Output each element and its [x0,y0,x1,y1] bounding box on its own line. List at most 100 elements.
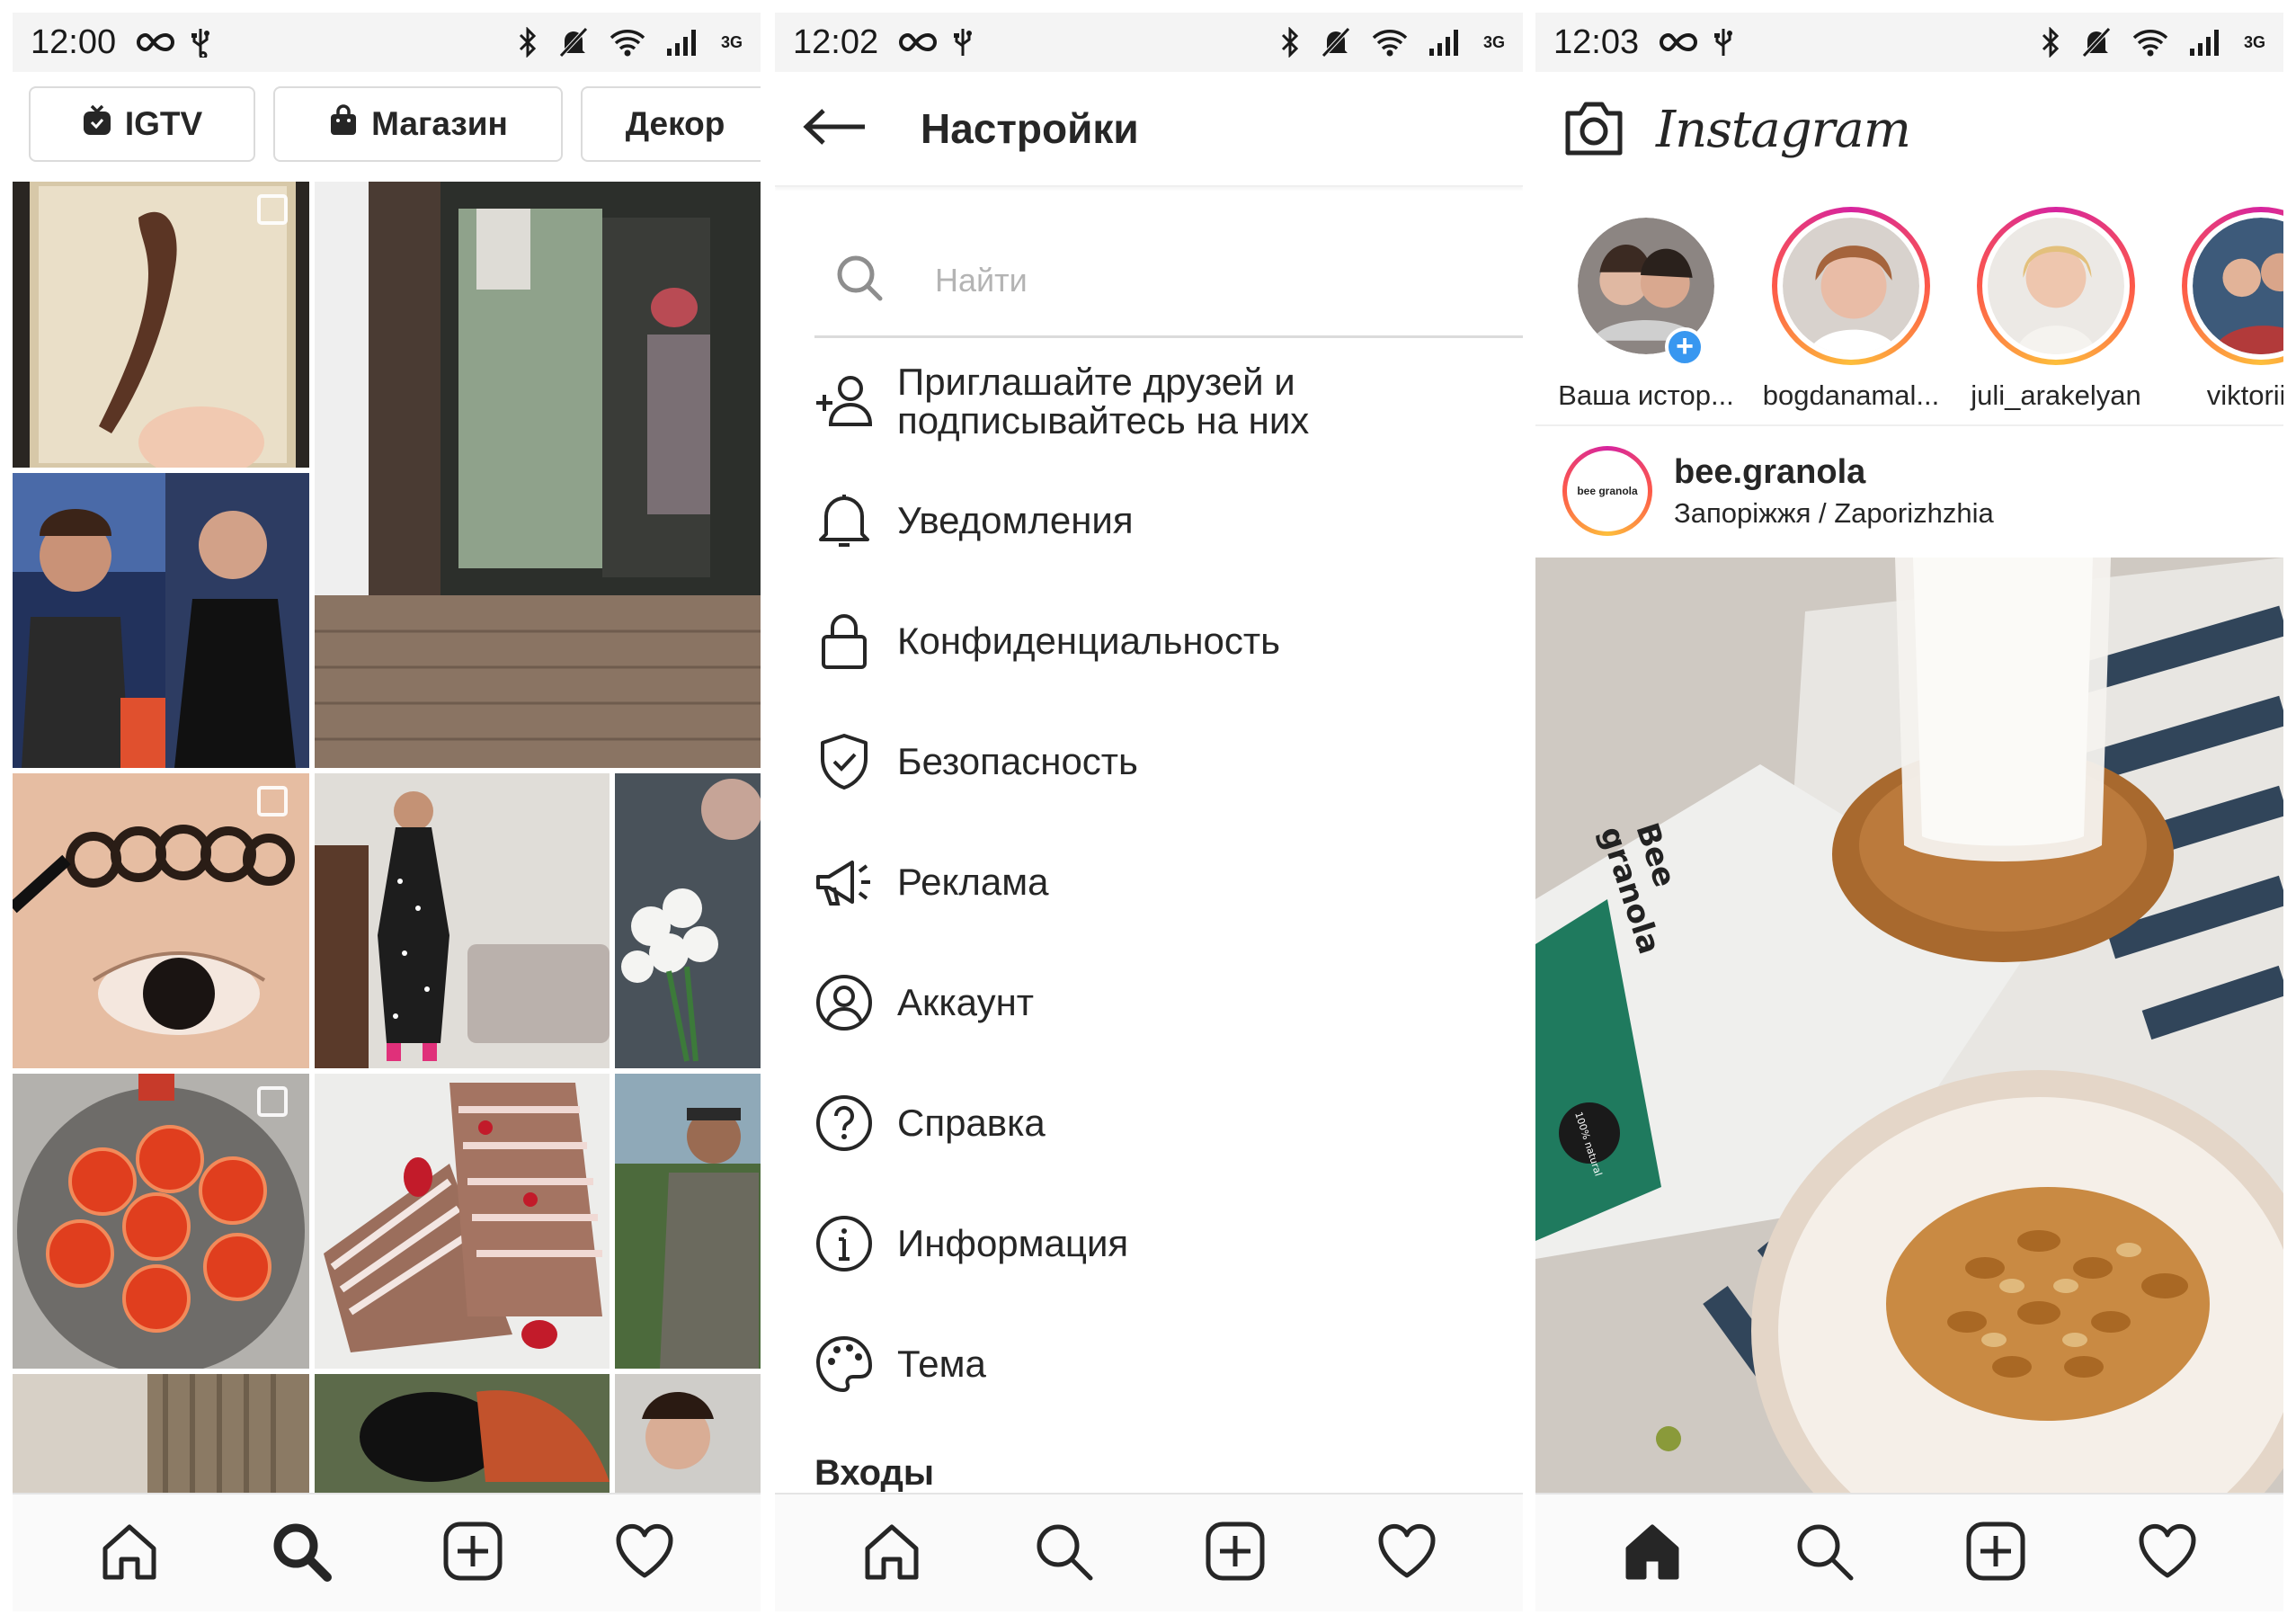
story-item[interactable]: juli_arakelyan [1956,207,2156,412]
search-placeholder: Найти [935,261,1028,299]
settings-item-security[interactable]: Безопасность [811,701,1521,822]
chip-label: Магазин [371,105,508,142]
nav-new-post[interactable] [1951,1508,2041,1598]
stories-tray: + Ваша истор... bogdanamal... juli_arake… [1535,201,2283,426]
back-arrow-icon [802,107,867,151]
nav-home[interactable] [85,1508,174,1598]
infinity-icon [136,31,175,53]
feed-screen: 12:03 3G Instagram + Ваша истор... bogda… [1535,0,2283,1624]
network-type: 3G [720,32,743,51]
nav-new-post[interactable] [1190,1508,1280,1598]
megaphone-icon [811,849,877,915]
nav-new-post[interactable] [428,1508,518,1598]
bottom-navigation [13,1493,761,1611]
shield-check-icon [811,728,877,795]
explore-tile-photo[interactable] [13,182,309,468]
wifi-icon [610,28,645,57]
post-image[interactable]: Bee granola 100% natural [1535,558,2283,1493]
network-type: 3G [1482,32,1505,51]
nav-search[interactable] [1019,1508,1108,1598]
add-post-icon [1964,1520,2027,1587]
settings-item-label: Справка [897,1102,1046,1145]
story-name: viktoriiatl [2206,379,2283,411]
signal-icon [2188,29,2224,56]
add-person-icon [811,368,877,434]
explore-tile-photo[interactable] [315,1074,610,1369]
story-your-story[interactable]: + Ваша истор... [1546,207,1746,412]
back-button[interactable] [798,93,870,165]
nav-search[interactable] [1779,1508,1869,1598]
explore-tile-photo[interactable] [315,773,610,1068]
explore-tile-video[interactable] [315,182,761,768]
wifi-icon [2132,28,2168,57]
network-type: 3G [2243,32,2265,51]
settings-item-info[interactable]: Информация [811,1183,1521,1304]
nav-home[interactable] [847,1508,937,1598]
settings-screen: 12:02 3G Настройки Найти Приглашайте дру… [775,0,1523,1624]
settings-item-label: Безопасность [897,740,1138,783]
shopping-bag-icon [328,103,359,145]
nav-home[interactable] [1607,1508,1697,1598]
bluetooth-icon [518,27,538,58]
nav-activity[interactable] [1362,1508,1452,1598]
bluetooth-icon [1280,27,1300,58]
chip-label: Декор [625,105,725,142]
search-icon [1793,1520,1855,1587]
explore-screen: 12:00 3G IGTV Магазин Декор [13,0,761,1624]
explore-tile-photo[interactable] [615,1074,761,1369]
settings-item-help[interactable]: Справка [811,1063,1521,1183]
settings-item-privacy[interactable]: Конфиденциальность [811,581,1521,701]
chip-decor[interactable]: Декор [581,86,761,162]
explore-tile-photo[interactable] [13,1374,309,1493]
avatar [2193,218,2283,354]
nav-activity[interactable] [600,1508,690,1598]
settings-menu: Приглашайте друзей и подписывайтесь на ни… [811,342,1521,1424]
camera-button[interactable] [1562,99,1625,161]
igtv-icon [82,104,112,145]
home-icon [860,1520,923,1587]
settings-item-label: Приглашайте друзей и [897,360,1295,403]
settings-item-account[interactable]: Аккаунт [811,942,1521,1063]
bell-icon [811,487,877,554]
explore-tile-photo[interactable] [13,473,309,768]
instagram-logo: Instagram [1656,100,1911,159]
explore-tile-photo[interactable] [13,1074,309,1369]
settings-item-label: Уведомления [897,499,1134,542]
infinity-icon [898,31,938,53]
home-icon [98,1520,161,1587]
settings-item-label: Реклама [897,861,1049,904]
signal-icon [665,29,701,56]
settings-item-label: Конфиденциальность [897,620,1281,663]
add-story-icon: + [1665,327,1704,367]
palette-icon [811,1331,877,1397]
explore-topics: IGTV Магазин Декор [13,86,761,164]
post-avatar[interactable]: bee granola [1562,446,1652,536]
explore-tile-photo[interactable] [13,773,309,1068]
explore-grid [13,182,761,1493]
story-item[interactable]: viktoriiatl [2161,207,2283,412]
post-username[interactable]: bee.granola [1674,453,1994,492]
usb-icon [190,27,211,58]
nav-activity[interactable] [2122,1508,2212,1598]
signal-icon [1428,29,1464,56]
settings-item-theme[interactable]: Тема [811,1304,1521,1424]
infinity-icon [1659,31,1698,53]
home-icon [1621,1520,1684,1587]
story-item[interactable]: bogdanamal... [1751,207,1951,412]
settings-item-invite[interactable]: Приглашайте друзей и подписывайтесь на ни… [811,342,1521,460]
chip-shop[interactable]: Магазин [273,86,563,162]
settings-item-notifications[interactable]: Уведомления [811,460,1521,581]
nav-search[interactable] [256,1508,346,1598]
explore-tile-photo[interactable] [615,1374,761,1493]
explore-tile-photo[interactable] [315,1374,610,1493]
help-icon [811,1090,877,1156]
post-location[interactable]: Запоріжжя / Zaporizhzhia [1674,497,1994,530]
settings-item-label: Тема [897,1343,986,1386]
add-post-icon [1204,1520,1267,1587]
usb-icon [952,27,974,58]
settings-item-ads[interactable]: Реклама [811,822,1521,942]
explore-tile-photo[interactable] [615,773,761,1068]
chip-igtv[interactable]: IGTV [29,86,255,162]
settings-item-label: Информация [897,1222,1129,1265]
settings-search[interactable]: Найти [814,225,1523,338]
